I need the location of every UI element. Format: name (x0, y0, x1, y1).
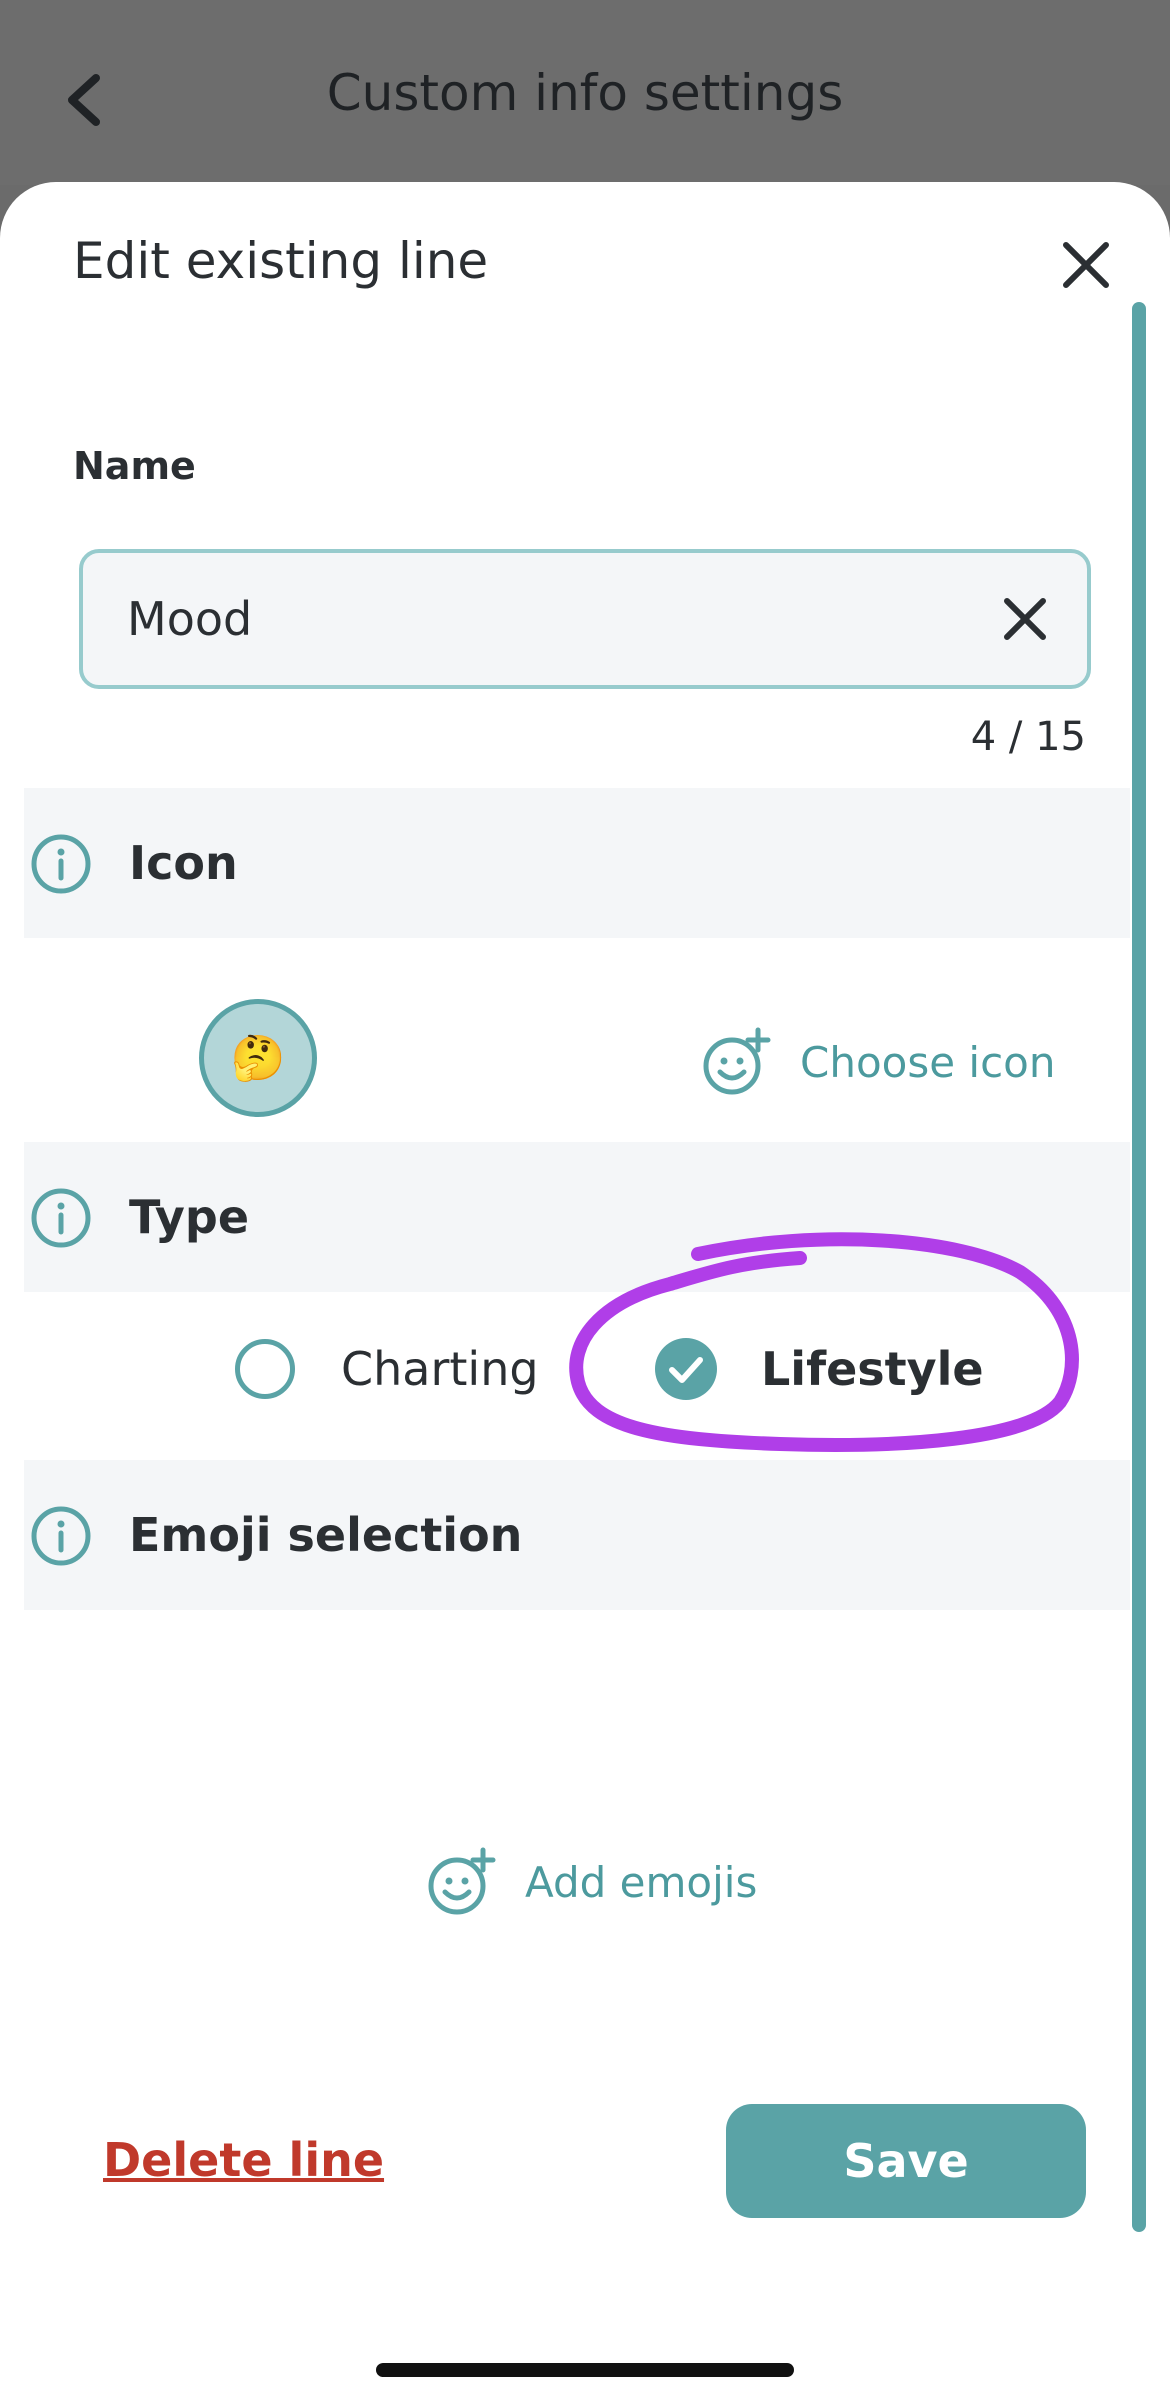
character-counter: 4 / 15 (970, 714, 1086, 760)
info-icon[interactable] (30, 1187, 92, 1249)
add-emojis-label: Add emojis (525, 1857, 758, 1907)
scrollbar[interactable] (1132, 302, 1146, 2232)
emoji-section-header: Emoji selection (24, 1460, 1130, 1610)
highlight-annotation (569, 1232, 1079, 1452)
add-emoji-icon (428, 1847, 496, 1915)
sheet-title: Edit existing line (73, 232, 489, 290)
radio-charting-label: Charting (341, 1342, 539, 1396)
clear-icon (1004, 598, 1046, 640)
info-icon[interactable] (30, 833, 92, 895)
info-icon[interactable] (30, 1505, 92, 1567)
choose-icon-button[interactable]: Choose icon (700, 1022, 1056, 1102)
close-icon (1063, 242, 1109, 288)
close-button[interactable] (1058, 237, 1114, 293)
edit-line-sheet: Edit existing line Name 4 / 15 Icon (0, 182, 1170, 2405)
name-input-container (79, 549, 1091, 689)
icon-section-label: Icon (129, 836, 238, 890)
clear-input-button[interactable] (997, 591, 1053, 647)
radio-unchecked-icon (235, 1339, 295, 1399)
delete-line-link[interactable]: Delete line (103, 2133, 384, 2187)
add-emojis-button[interactable]: Add emojis (425, 1842, 757, 1922)
radio-charting[interactable]: Charting (235, 1319, 539, 1419)
emoji-section-label: Emoji selection (129, 1508, 523, 1562)
type-section-label: Type (129, 1190, 250, 1244)
selected-icon-avatar[interactable]: 🤔 (199, 999, 317, 1117)
icon-section-header: Icon (24, 788, 1130, 938)
name-label: Name (73, 444, 196, 488)
save-button[interactable]: Save (726, 2104, 1086, 2218)
name-input[interactable] (127, 587, 977, 651)
home-indicator (376, 2363, 794, 2377)
choose-icon-label: Choose icon (800, 1037, 1056, 1087)
thinking-face-icon: 🤔 (230, 1033, 286, 1084)
page-title: Custom info settings (326, 64, 844, 122)
add-emoji-icon (703, 1027, 771, 1095)
background-header: Custom info settings (0, 0, 1170, 185)
